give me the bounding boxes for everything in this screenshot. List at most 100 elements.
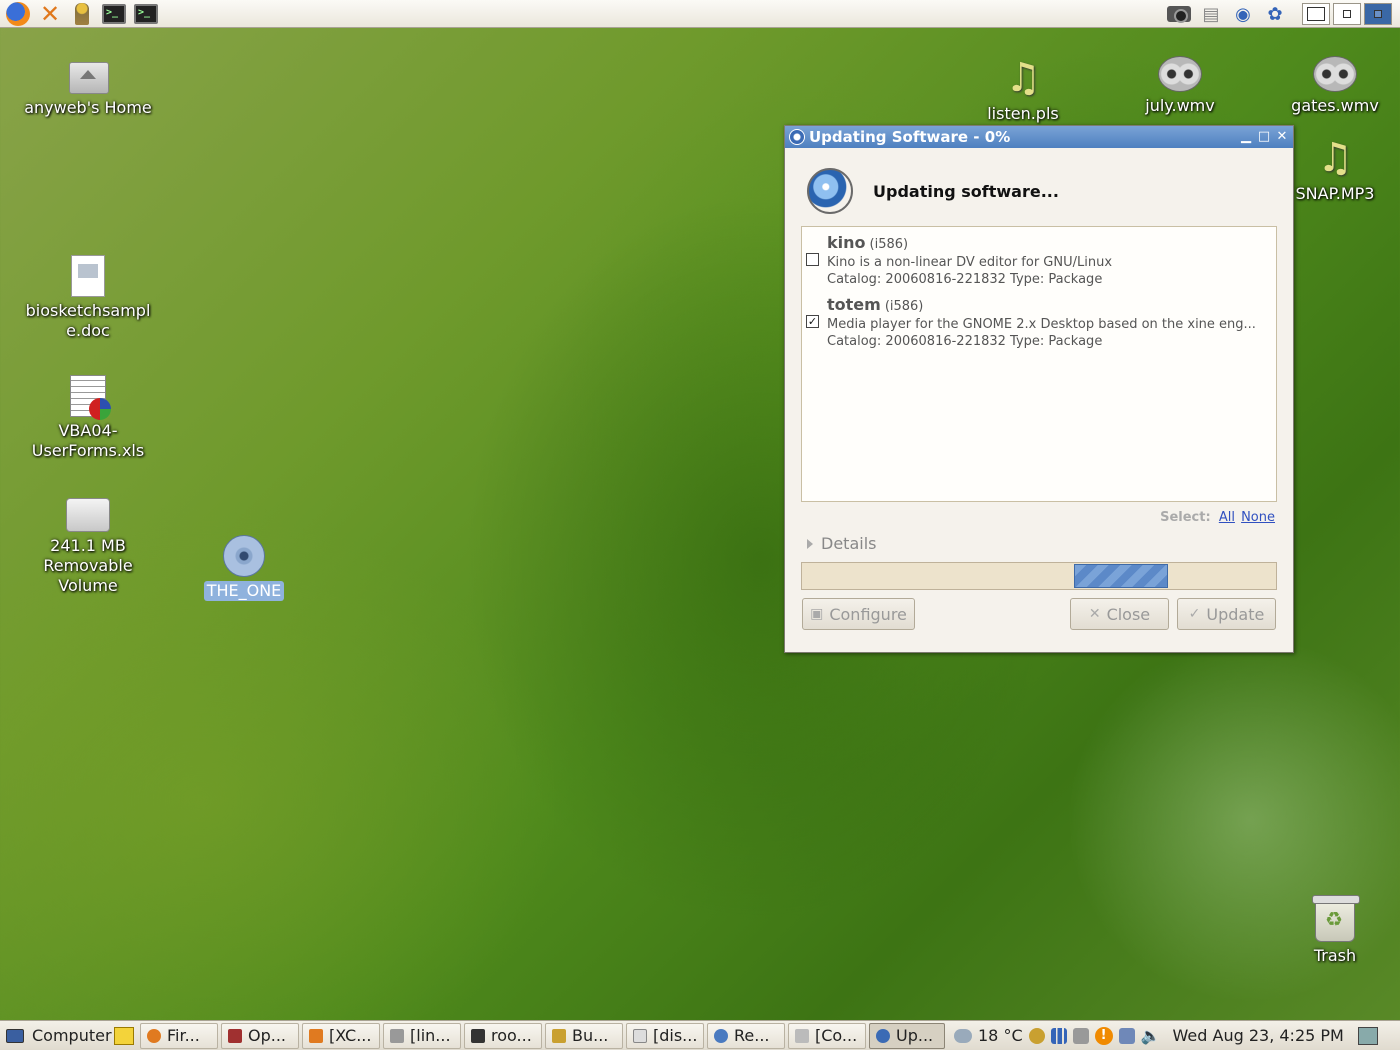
package-list: kino (i586) Kino is a non-linear DV edito… (801, 226, 1277, 502)
label-line: biosketchsampl (25, 301, 151, 320)
xchat-icon (309, 1028, 323, 1043)
desktop-icon-removable-volume[interactable]: 241.1 MB Removable Volume (13, 498, 163, 596)
desktop-icon-label: THE_ONE (203, 581, 285, 601)
package-name: totem (827, 295, 881, 314)
terminal-icon: >_ (134, 3, 158, 24)
firefox-icon (6, 1, 30, 26)
network-status-icon[interactable] (1118, 1027, 1135, 1044)
camera-icon[interactable] (1166, 3, 1192, 25)
package-name-wrap: kino (i586) (827, 233, 908, 252)
network-icon[interactable]: ◉ (1230, 3, 1256, 25)
workspace-1[interactable] (1302, 3, 1330, 25)
desktop-icon-gates[interactable]: gates.wmv (1260, 56, 1400, 116)
package-row-totem[interactable]: ✓ totem (i586) Media player for the GNOME… (802, 291, 1276, 351)
task-label: Up... (896, 1026, 934, 1045)
dialog-titlebar[interactable]: Updating Software - 0% ▁ □ ✕ (785, 126, 1293, 148)
desktop-icon-trash[interactable]: Trash (1260, 895, 1400, 966)
user-icon (75, 2, 89, 25)
music-note-icon: ♫ (1317, 135, 1353, 181)
configure-icon: ▣ (810, 606, 824, 622)
globe-update-icon (807, 168, 853, 214)
package-arch: (i586) (884, 299, 924, 314)
taskbar-item-linux[interactable]: [lin... (383, 1022, 461, 1049)
expander-arrow-icon (807, 538, 813, 549)
package-checkbox[interactable] (806, 253, 819, 266)
weather-icon[interactable] (954, 1028, 972, 1043)
notes-icon[interactable] (114, 1026, 134, 1045)
desktop-icon-label: july.wmv (1145, 96, 1215, 115)
xchat-icon: ✕ (39, 0, 61, 28)
package-checkbox[interactable]: ✓ (806, 315, 819, 328)
taskbar-item-folder[interactable]: [dis... (626, 1022, 704, 1049)
globe-update-icon (876, 1028, 890, 1043)
user-icon[interactable] (1028, 1027, 1045, 1044)
workspace-pager (1302, 3, 1392, 25)
task-label: [lin... (410, 1026, 451, 1045)
taskbar-item-configure[interactable]: [Co... (788, 1022, 866, 1049)
computer-icon (6, 1028, 24, 1043)
package-catalog: Catalog: 20060816-221832 Type: Package (827, 272, 1103, 287)
terminal-launcher[interactable]: >_ (100, 1, 128, 27)
network-icon[interactable]: ✿ (1262, 3, 1288, 25)
close-window-button[interactable]: ✕ (1275, 130, 1289, 144)
configure-icon (795, 1028, 809, 1043)
taskbar-item-firefox[interactable]: Fir... (140, 1022, 218, 1049)
desktop-icon-home[interactable]: anyweb's Home (13, 56, 163, 118)
select-all-link[interactable]: All (1219, 510, 1235, 525)
workspace-2[interactable] (1333, 3, 1361, 25)
terminal-launcher-2[interactable]: >_ (132, 1, 160, 27)
task-label: Fir... (167, 1026, 200, 1045)
desktop-icon-july[interactable]: july.wmv (1105, 56, 1255, 116)
select-none-link[interactable]: None (1241, 510, 1275, 525)
dialog-header: Updating software... (807, 168, 1059, 214)
label-line: UserForms.xls (31, 441, 145, 460)
label-line: VBA04- (58, 421, 118, 440)
computer-menu-button[interactable]: Computer (0, 1026, 114, 1045)
terminal-icon (471, 1028, 485, 1043)
desktop-icon-xls[interactable]: VBA04- UserForms.xls (13, 375, 163, 461)
close-label: Close (1106, 604, 1151, 624)
firefox-launcher[interactable] (4, 1, 32, 27)
bottom-tray: 18 °C ! 🔈 Wed Aug 23, 4:25 PM (954, 1026, 1378, 1045)
folder-icon (633, 1028, 647, 1043)
details-expander[interactable]: Details (807, 534, 876, 553)
dialog-title: Updating Software - 0% (809, 128, 1011, 146)
film-reel-icon (1313, 56, 1357, 92)
package-catalog: Catalog: 20060816-221832 Type: Package (827, 334, 1103, 349)
battery-icon[interactable] (1072, 1027, 1089, 1044)
desktop-icon-listen[interactable]: ♫ listen.pls (948, 56, 1098, 124)
taskbar-item-openoffice[interactable]: Op... (221, 1022, 299, 1049)
configure-button[interactable]: ▣ Configure (802, 598, 915, 630)
taskbar-item-updater[interactable]: Up... (869, 1022, 945, 1049)
volume-icon[interactable]: 🔈 (1141, 1026, 1161, 1045)
minimize-button[interactable]: ▁ (1239, 130, 1253, 144)
bottom-panel: Computer Fir... Op... [XC... [lin... roo… (0, 1020, 1400, 1050)
taskbar-item-buddy[interactable]: Bu... (545, 1022, 623, 1049)
taskbar-item-re[interactable]: Re... (707, 1022, 785, 1049)
maximize-button[interactable]: □ (1257, 130, 1271, 144)
task-label: [Co... (815, 1026, 858, 1045)
xchat-launcher[interactable]: ✕ (36, 1, 64, 27)
label-line: Volume (58, 576, 118, 595)
store-icon[interactable]: ▤ (1198, 3, 1224, 25)
desktop-icon-doc[interactable]: biosketchsampl e.doc (13, 255, 163, 341)
workspace-3[interactable] (1364, 3, 1392, 25)
desktop-icon-cd[interactable]: THE_ONE (169, 535, 319, 601)
taskbar-item-xchat[interactable]: [XC... (302, 1022, 380, 1049)
signal-strength-icon[interactable] (1050, 1027, 1067, 1044)
update-button[interactable]: ✓ Update (1177, 598, 1276, 630)
weather-temp[interactable]: 18 °C (978, 1026, 1023, 1045)
update-label: Update (1206, 604, 1265, 624)
show-desktop-button[interactable] (1357, 1026, 1378, 1045)
desktop-icon-label: 241.1 MB Removable Volume (40, 536, 135, 596)
package-row-kino[interactable]: kino (i586) Kino is a non-linear DV edito… (802, 229, 1276, 289)
taskbar-item-root-terminal[interactable]: roo... (464, 1022, 542, 1049)
clock[interactable]: Wed Aug 23, 4:25 PM (1173, 1026, 1344, 1045)
close-button[interactable]: ✕ Close (1070, 598, 1169, 630)
configure-label: Configure (829, 604, 907, 624)
label-line: e.doc (66, 321, 110, 340)
desktop-icon-label: biosketchsampl e.doc (23, 301, 154, 341)
update-notification-icon[interactable]: ! (1094, 1026, 1113, 1045)
user-launcher[interactable] (68, 1, 96, 27)
desktop-icon-label: SNAP.MP3 (1295, 184, 1375, 203)
